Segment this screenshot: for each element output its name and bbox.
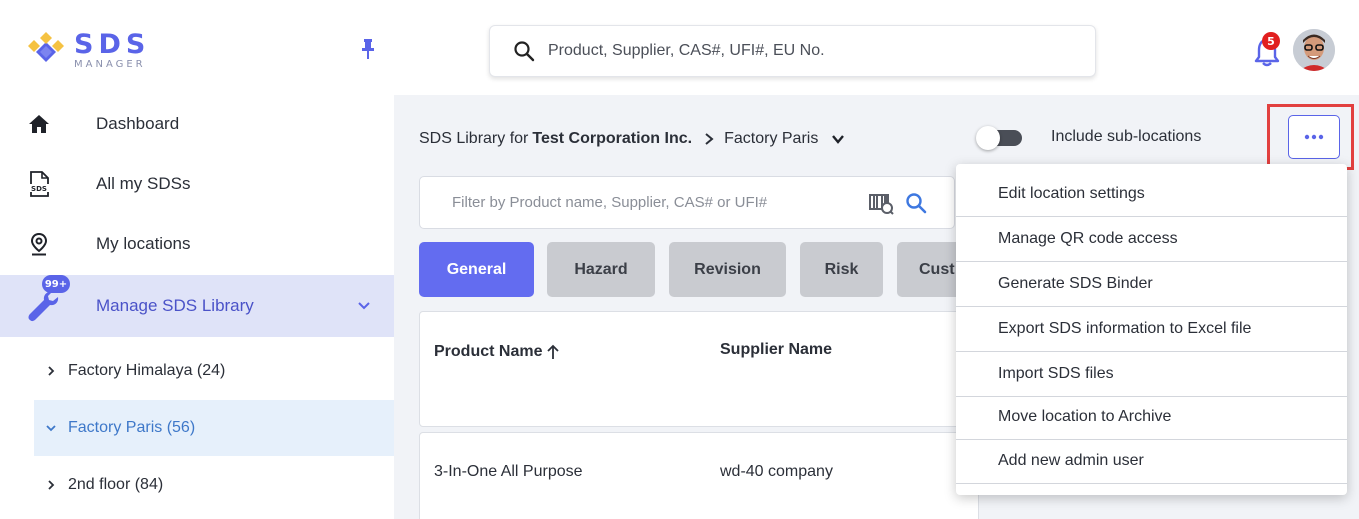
logo-title: SDS <box>74 28 151 60</box>
avatar[interactable] <box>1293 29 1335 71</box>
library-filter[interactable] <box>419 176 955 229</box>
logo-icon <box>28 32 64 62</box>
tree-item-label: Factory Himalaya (24) <box>68 362 226 379</box>
sort-ascending-icon <box>547 344 560 359</box>
menu-item-export-to-excel[interactable]: Export SDS information to Excel file <box>956 307 1347 352</box>
breadcrumb: SDS Library for Test Corporation Inc. Fa… <box>419 126 846 152</box>
tab-general[interactable]: General <box>419 242 534 297</box>
sidebar: Dashboard SDS All my SDSs My locations 9… <box>0 95 394 519</box>
column-header-supplier-name[interactable]: Supplier Name <box>720 341 832 359</box>
table-row[interactable]: 3-In-One All Purpose wd-40 company <box>419 432 979 519</box>
more-dots-icon <box>1304 134 1324 140</box>
tree-item-2nd-floor[interactable]: 2nd floor (84) <box>34 457 394 513</box>
tree-item-factory-himalaya[interactable]: Factory Himalaya (24) <box>34 343 394 399</box>
wrench-icon <box>26 289 60 323</box>
tree-item-factory-paris[interactable]: Factory Paris (56) <box>34 400 394 456</box>
tab-revision[interactable]: Revision <box>669 242 786 297</box>
tab-hazard[interactable]: Hazard <box>547 242 655 297</box>
tree-item-label: 2nd floor (84) <box>68 476 164 493</box>
column-label: Product Name <box>434 343 543 360</box>
sds-document-icon: SDS <box>26 171 52 197</box>
menu-item-move-to-archive[interactable]: Move location to Archive <box>956 395 1347 440</box>
tab-risk[interactable]: Risk <box>800 242 883 297</box>
home-icon <box>26 111 52 137</box>
more-options-button[interactable] <box>1288 115 1340 159</box>
chevron-right-icon[interactable] <box>44 364 58 378</box>
logo-subtitle: MANAGER <box>74 58 146 70</box>
pin-icon[interactable] <box>358 38 378 60</box>
logo[interactable]: SDS MANAGER <box>24 28 184 72</box>
sidebar-item-label: Manage SDS Library <box>96 296 254 315</box>
menu-item-manage-qr-code-access[interactable]: Manage QR code access <box>956 217 1347 262</box>
sidebar-item-label: All my SDSs <box>96 174 191 193</box>
svg-text:SDS: SDS <box>31 185 47 193</box>
breadcrumb-prefix: SDS Library for <box>419 130 529 147</box>
breadcrumb-location[interactable]: Factory Paris <box>724 130 818 148</box>
chevron-right-icon[interactable] <box>44 478 58 492</box>
menu-item-add-admin-user[interactable]: Add new admin user <box>956 439 1347 484</box>
library-count-badge: 99+ <box>42 275 70 293</box>
location-pin-icon <box>26 231 52 257</box>
menu-item-generate-sds-binder[interactable]: Generate SDS Binder <box>956 262 1347 307</box>
chevron-down-icon[interactable] <box>44 421 58 435</box>
include-sub-locations-toggle[interactable] <box>976 126 1024 150</box>
sidebar-item-my-locations[interactable]: My locations <box>0 215 394 273</box>
notification-badge: 5 <box>1262 32 1280 50</box>
cell-product-name[interactable]: 3-In-One All Purpose <box>434 463 583 481</box>
include-sub-locations-label: Include sub-locations <box>1051 128 1202 145</box>
search-icon[interactable] <box>905 192 927 214</box>
barcode-scan-icon[interactable] <box>868 192 894 216</box>
menu-item-edit-location-settings[interactable]: Edit location settings <box>956 172 1347 217</box>
sidebar-item-dashboard[interactable]: Dashboard <box>0 95 394 153</box>
library-filter-input[interactable] <box>452 194 852 211</box>
column-label: Supplier Name <box>720 341 833 358</box>
sidebar-item-label: My locations <box>96 234 191 253</box>
global-search-input[interactable] <box>548 42 1068 60</box>
tree-item-label: Factory Paris (56) <box>68 419 196 436</box>
column-header-product-name[interactable]: Product Name <box>434 343 560 361</box>
global-search[interactable] <box>489 25 1096 77</box>
toggle-knob <box>976 126 1000 150</box>
sidebar-item-all-sds[interactable]: SDS All my SDSs <box>0 155 394 213</box>
chevron-down-icon[interactable] <box>356 298 372 314</box>
search-icon <box>514 41 535 62</box>
menu-item-import-sds-files[interactable]: Import SDS files <box>956 352 1347 397</box>
chevron-right-icon <box>705 133 714 145</box>
sidebar-item-label: Dashboard <box>96 114 180 133</box>
breadcrumb-company[interactable]: Test Corporation Inc. <box>532 130 692 148</box>
more-options-menu: Edit location settings Manage QR code ac… <box>956 164 1347 495</box>
table-header: Product Name Supplier Name <box>419 311 979 427</box>
chevron-down-icon[interactable] <box>830 131 846 147</box>
cell-supplier-name: wd-40 company <box>720 463 833 480</box>
logo-text: SDS MANAGER <box>74 31 150 70</box>
top-bar: SDS MANAGER 5 <box>0 0 1359 95</box>
sidebar-item-manage-sds-library[interactable]: 99+ Manage SDS Library <box>0 275 394 337</box>
